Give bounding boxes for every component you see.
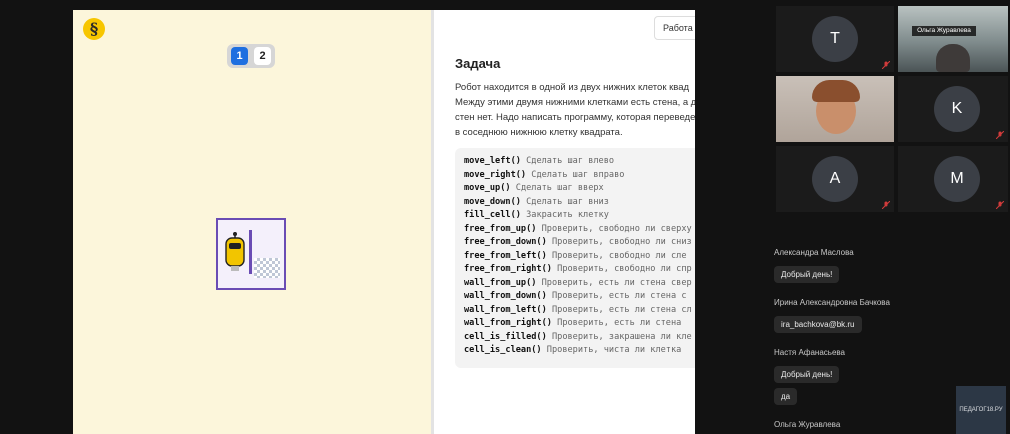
command-name: wall_from_up() xyxy=(464,277,537,288)
participant-tile-k[interactable]: K xyxy=(898,76,1008,142)
participant-tile-olga[interactable]: Ольга Журавлева xyxy=(898,6,1008,72)
chat-author: Александра Маслова xyxy=(774,248,854,257)
command-list: move_left() Сделать шаг влево move_right… xyxy=(455,148,695,368)
participant-tile-m[interactable]: M xyxy=(898,146,1008,212)
page-2-button[interactable]: 2 xyxy=(254,47,271,65)
command-name: cell_is_filled() xyxy=(464,331,547,342)
avatar: A xyxy=(812,156,858,202)
command-name: move_up() xyxy=(464,183,511,193)
command-comment: Проверить, есть ли стена xyxy=(557,318,682,328)
robot-grid xyxy=(216,218,286,290)
command-row: wall_from_left() Проверить, есть ли стен… xyxy=(464,305,695,319)
command-name: move_right() xyxy=(464,169,527,180)
command-comment: Проверить, закрашена ли кле xyxy=(551,331,692,342)
command-row: wall_from_down() Проверить, есть ли стен… xyxy=(464,291,695,305)
participant-tile-t[interactable]: T xyxy=(776,6,894,72)
command-row: move_left() Сделать шаг влево xyxy=(464,156,695,170)
command-comment: Сделать шаг вправо xyxy=(531,169,625,180)
command-comment: Проверить, есть ли стена сл xyxy=(551,304,692,315)
command-row: free_from_right() Проверить, свободно ли… xyxy=(464,264,695,278)
task-pane: Работа у Задача Робот находится в одной … xyxy=(434,10,695,434)
mic-muted-icon xyxy=(882,61,890,69)
participant-name: Ольга Журавлева xyxy=(912,26,976,36)
command-comment: Сделать шаг влево xyxy=(526,156,615,166)
command-row: wall_from_right() Проверить, есть ли сте… xyxy=(464,318,695,332)
command-comment: Проверить, свободно ли спр xyxy=(557,264,692,274)
command-name: wall_from_right() xyxy=(464,318,552,328)
page-1-button[interactable]: 1 xyxy=(231,47,248,65)
command-name: wall_from_down() xyxy=(464,291,547,301)
logo-icon: § xyxy=(83,18,105,40)
command-row: free_from_left() Проверить, свободно ли … xyxy=(464,251,695,265)
chat-author: Ольга Журавлева xyxy=(774,420,841,429)
command-row: move_right() Сделать шаг вправо xyxy=(464,170,695,184)
command-row: fill_cell() Закрасить клетку xyxy=(464,210,695,224)
command-name: move_left() xyxy=(464,156,521,166)
command-row: cell_is_clean() Проверить, чиста ли клет… xyxy=(464,345,695,359)
participant-tile-video[interactable] xyxy=(776,76,894,142)
jobs-button[interactable]: Работа у xyxy=(654,16,695,40)
robot-field-pane: § 1 2 xyxy=(73,10,431,434)
chat-author: Настя Афанасьева xyxy=(774,348,845,357)
task-line: стен нет. Надо написать программу, котор… xyxy=(455,112,695,123)
mic-muted-icon xyxy=(882,201,890,209)
command-comment: Проверить, есть ли стена свер xyxy=(541,277,692,288)
level-pager: 1 2 xyxy=(227,44,275,68)
watermark-logo: ПЕДАГОГ18.РУ xyxy=(956,386,1006,434)
command-row: wall_from_up() Проверить, есть ли стена … xyxy=(464,278,695,292)
chat-message: ira_bachkova@bk.ru xyxy=(774,316,862,333)
command-comment: Проверить, свободно ли сверху xyxy=(541,223,692,234)
chat-author: Ирина Александровна Бачкова xyxy=(774,298,890,307)
command-name: free_from_left() xyxy=(464,250,547,261)
avatar: M xyxy=(934,156,980,202)
chat-message: Добрый день! xyxy=(774,266,840,283)
mic-muted-icon xyxy=(996,131,1004,139)
wall xyxy=(249,230,252,274)
command-name: cell_is_clean() xyxy=(464,345,542,355)
command-comment: Проверить, свободно ли сле xyxy=(551,250,687,261)
task-title: Задача xyxy=(455,56,501,71)
command-name: move_down() xyxy=(464,196,521,207)
command-row: free_from_down() Проверить, свободно ли … xyxy=(464,237,695,251)
command-row: free_from_up() Проверить, свободно ли св… xyxy=(464,224,695,238)
command-comment: Закрасить клетку xyxy=(526,210,609,220)
command-name: free_from_right() xyxy=(464,264,552,274)
shared-screen: § 1 2 Работа у Задача Робот находится в … xyxy=(73,10,695,434)
command-row: cell_is_filled() Проверить, закрашена ли… xyxy=(464,332,695,346)
participant-tile-a[interactable]: A xyxy=(776,146,894,212)
command-name: free_from_down() xyxy=(464,237,547,247)
command-comment: Проверить, чиста ли клетка xyxy=(546,345,682,355)
mic-muted-icon xyxy=(996,201,1004,209)
task-line: Между этими двумя нижними клетками есть … xyxy=(455,97,695,108)
task-description: Робот находится в одной из двух нижних к… xyxy=(455,80,695,140)
command-row: move_down() Сделать шаг вниз xyxy=(464,197,695,211)
person-silhouette xyxy=(936,44,970,72)
command-comment: Проверить, свободно ли сниз xyxy=(551,237,692,247)
person-hair xyxy=(812,80,860,102)
command-name: fill_cell() xyxy=(464,210,521,220)
chat-message: Добрый день! xyxy=(774,366,840,383)
command-comment: Проверить, есть ли стена с xyxy=(551,291,687,301)
robot-icon xyxy=(225,232,245,271)
task-line: в соседнюю нижнюю клетку квадрата. xyxy=(455,127,623,138)
chat-message: да xyxy=(774,388,798,405)
command-row: move_up() Сделать шаг вверх xyxy=(464,183,695,197)
task-line: Робот находится в одной из двух нижних к… xyxy=(455,82,690,93)
command-comment: Сделать шаг вверх xyxy=(515,183,604,193)
command-comment: Сделать шаг вниз xyxy=(526,196,609,207)
target-cell xyxy=(254,258,280,278)
command-name: wall_from_left() xyxy=(464,304,547,315)
avatar: K xyxy=(934,86,980,132)
avatar: T xyxy=(812,16,858,62)
command-name: free_from_up() xyxy=(464,223,537,234)
